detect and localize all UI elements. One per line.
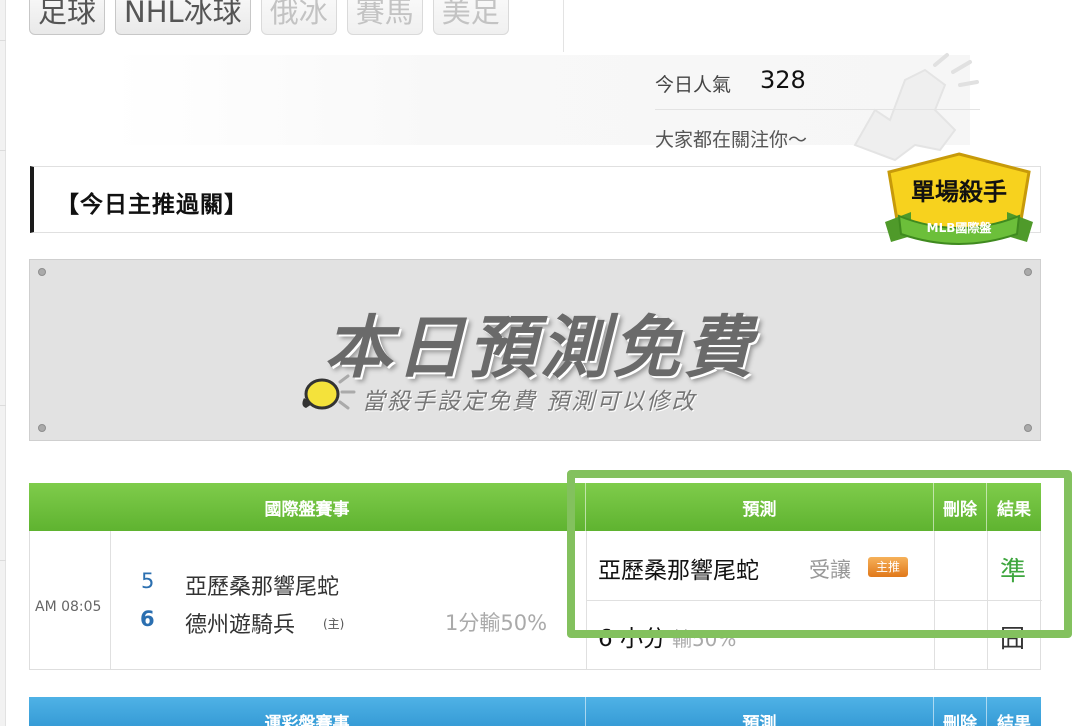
popularity-label: 今日人氣 [655, 74, 732, 96]
tab-american-football[interactable]: 美足 [432, 0, 509, 35]
mascot-decoration-icon [853, 53, 979, 162]
header-international-games: 國際盤賽事 [264, 499, 350, 520]
tab-russian-hockey[interactable]: 俄冰 [260, 0, 337, 35]
home-marker: (主) [323, 617, 345, 631]
header-lottery-prediction: 預測 [585, 697, 933, 726]
tab-nhl[interactable]: NHL冰球 [115, 0, 251, 35]
header-lottery-result: 結果 [986, 697, 1041, 726]
lightbulb-icon [302, 374, 356, 410]
away-team-name: 亞歷桑那響尾蛇 [185, 575, 340, 600]
lottery-table-header: 運彩盤賽事 預測 刪除 結果 [29, 697, 1041, 726]
home-team-name: 德州遊騎兵 [185, 613, 296, 638]
svg-text:單場殺手: 單場殺手 [911, 178, 1007, 206]
game-time: AM 08:05 [35, 599, 102, 615]
sport-tabs: 足球 NHL冰球 俄冰 賽馬 美足 [29, 0, 509, 35]
popularity-message: 大家都在關注你～ [655, 129, 808, 151]
banner-subtitle: 當殺手設定免費 預測可以修改 [362, 389, 697, 415]
svg-text:MLB國際盤: MLB國際盤 [927, 220, 993, 235]
header-lottery-delete: 刪除 [933, 697, 986, 726]
away-team-number: 5 [141, 569, 155, 593]
banner-title: 本日預測免費 [323, 309, 756, 388]
handicap-line: 1分輸50% [445, 611, 548, 635]
popularity-count: 328 [760, 66, 806, 94]
tab-horse-racing[interactable]: 賽馬 [346, 0, 423, 35]
killer-badge-icon: 單場殺手 MLB國際盤 [885, 152, 1033, 245]
home-team-number: 6 [140, 607, 155, 631]
highlight-box [567, 470, 1072, 638]
divider [563, 0, 564, 52]
section-title: 【今日主推過關】 [56, 192, 248, 218]
popularity-separator [655, 109, 980, 110]
header-lottery-games: 運彩盤賽事 [264, 714, 350, 726]
tab-soccer[interactable]: 足球 [29, 0, 106, 35]
